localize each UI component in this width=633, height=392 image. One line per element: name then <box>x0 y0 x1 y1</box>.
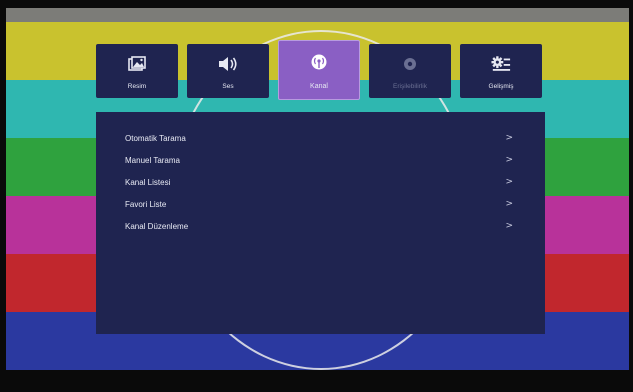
chevron-right-icon: > <box>505 221 513 231</box>
tab-channel[interactable]: Kanal <box>278 40 360 100</box>
tv-screen: Resim Ses Kanal Erişilebilirlik Gelişmiş… <box>6 8 629 370</box>
chevron-right-icon: > <box>505 155 513 165</box>
menu-item-manual-scan[interactable]: Manuel Tarama > <box>96 150 545 170</box>
chevron-right-icon: > <box>505 177 513 187</box>
tab-advanced[interactable]: Gelişmiş <box>460 44 542 98</box>
antenna-icon <box>309 53 329 73</box>
menu-item-channel-edit[interactable]: Kanal Düzenleme > <box>96 216 545 236</box>
channel-settings-panel: Otomatik Tarama > Manuel Tarama > Kanal … <box>96 112 545 334</box>
menu-item-label: Otomatik Tarama <box>125 133 186 143</box>
tab-label-sound: Ses <box>222 83 234 90</box>
eye-icon <box>400 54 420 74</box>
tab-picture[interactable]: Resim <box>96 44 178 98</box>
gear-icon <box>491 54 511 74</box>
menu-item-label: Kanal Listesi <box>125 177 171 187</box>
test-bar-gray <box>6 8 629 22</box>
menu-item-label: Kanal Düzenleme <box>125 221 189 231</box>
tab-label-accessibility: Erişilebilirlik <box>393 83 427 90</box>
menu-item-favorite-list[interactable]: Favori Liste > <box>96 194 545 214</box>
menu-item-auto-scan[interactable]: Otomatik Tarama > <box>96 128 545 148</box>
tab-label-picture: Resim <box>127 83 147 90</box>
menu-item-channel-list[interactable]: Kanal Listesi > <box>96 172 545 192</box>
tab-label-advanced: Gelişmiş <box>488 83 514 90</box>
tab-sound[interactable]: Ses <box>187 44 269 98</box>
tab-label-channel: Kanal <box>310 83 328 90</box>
chevron-right-icon: > <box>505 133 513 143</box>
speaker-icon <box>218 54 238 74</box>
picture-icon <box>127 54 147 74</box>
settings-tab-bar: Resim Ses Kanal Erişilebilirlik Gelişmiş <box>96 40 542 100</box>
tab-accessibility[interactable]: Erişilebilirlik <box>369 44 451 98</box>
menu-item-label: Favori Liste <box>125 199 167 209</box>
menu-item-label: Manuel Tarama <box>125 155 180 165</box>
chevron-right-icon: > <box>505 199 513 209</box>
